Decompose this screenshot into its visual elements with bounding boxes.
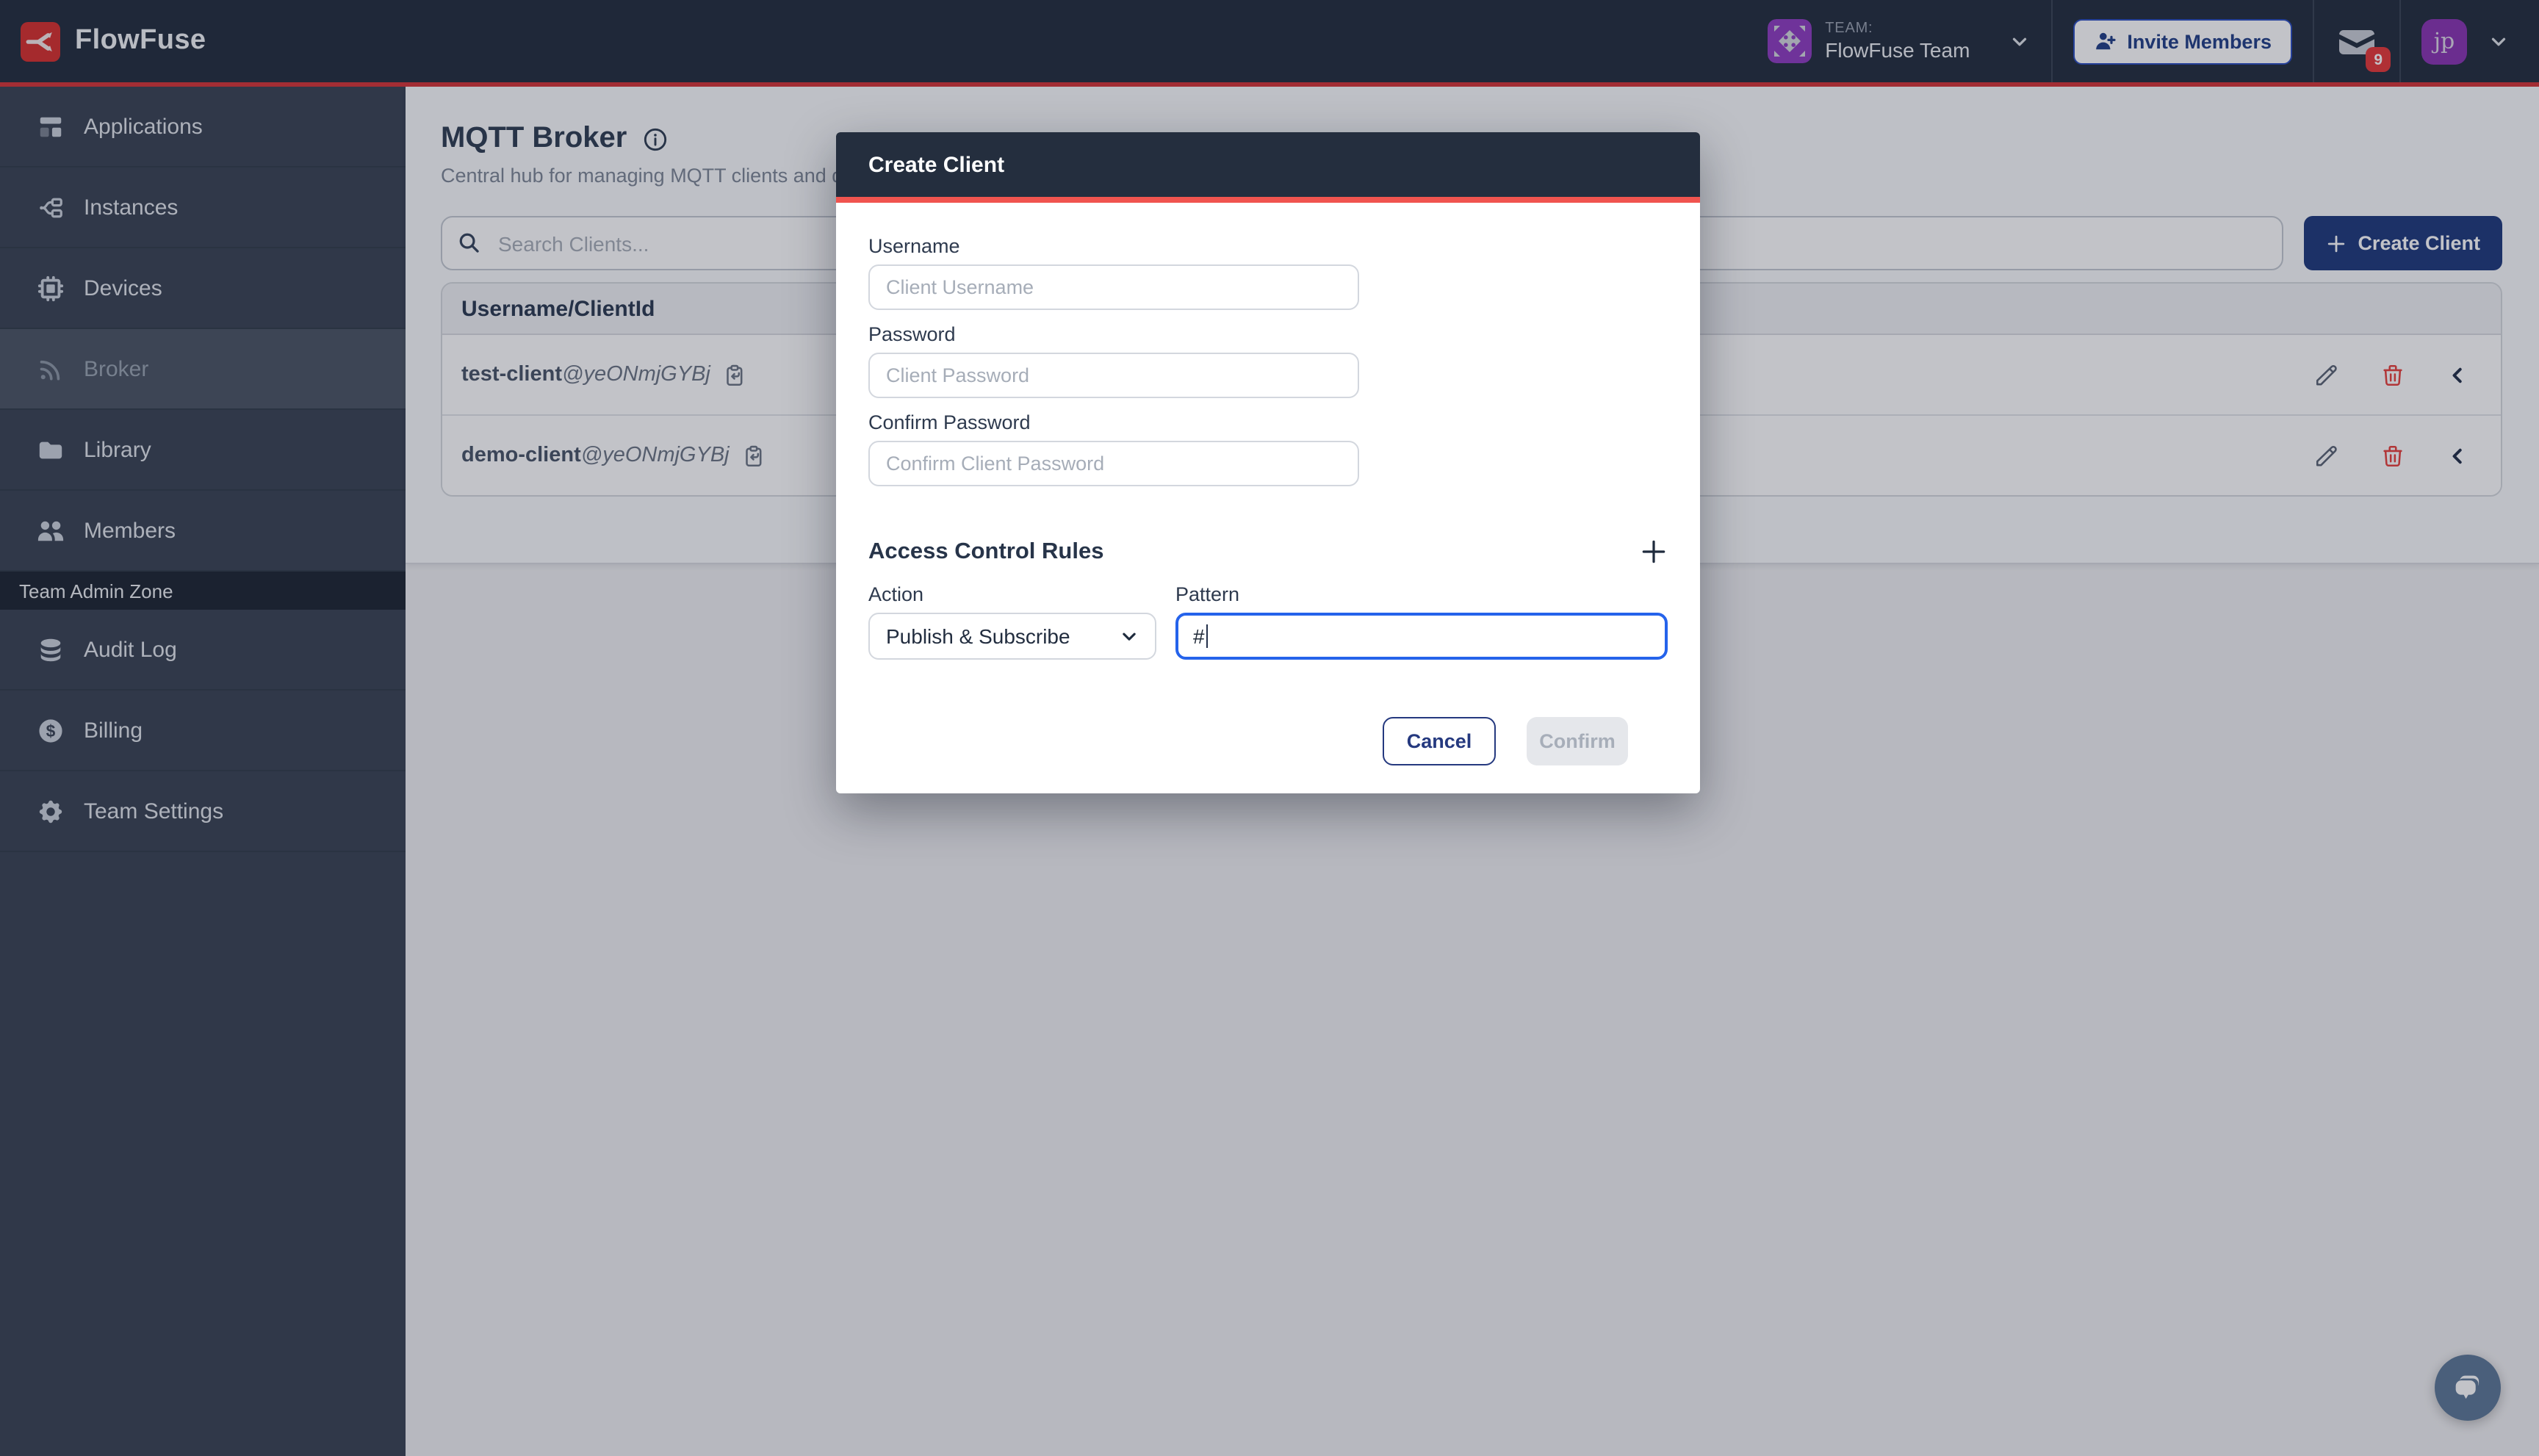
cancel-button[interactable]: Cancel: [1383, 717, 1496, 765]
pattern-label: Pattern: [1175, 583, 1668, 605]
app-root: FlowFuse TEAM: FlowFuse Team: [0, 0, 2539, 1456]
text-caret: [1206, 624, 1208, 648]
chevron-down-icon: [1120, 627, 1139, 646]
confirm-password-label: Confirm Password: [868, 411, 1668, 433]
action-label: Action: [868, 583, 1156, 605]
password-label: Password: [868, 323, 1668, 345]
action-select[interactable]: Publish & Subscribe: [868, 613, 1156, 660]
pattern-value: #: [1193, 624, 1205, 648]
confirm-button[interactable]: Confirm: [1527, 717, 1628, 765]
username-field[interactable]: [868, 264, 1359, 310]
add-rule-button[interactable]: [1640, 538, 1668, 566]
username-label: Username: [868, 235, 1668, 257]
pattern-input[interactable]: #: [1175, 613, 1668, 660]
confirm-password-field[interactable]: [868, 441, 1359, 486]
password-field[interactable]: [868, 353, 1359, 398]
plus-icon: [1640, 538, 1668, 566]
action-select-value: Publish & Subscribe: [886, 624, 1070, 648]
create-client-modal: Create Client Username Password Confirm …: [836, 132, 1700, 793]
access-control-rules-heading: Access Control Rules: [868, 538, 1103, 565]
modal-title: Create Client: [836, 132, 1700, 203]
